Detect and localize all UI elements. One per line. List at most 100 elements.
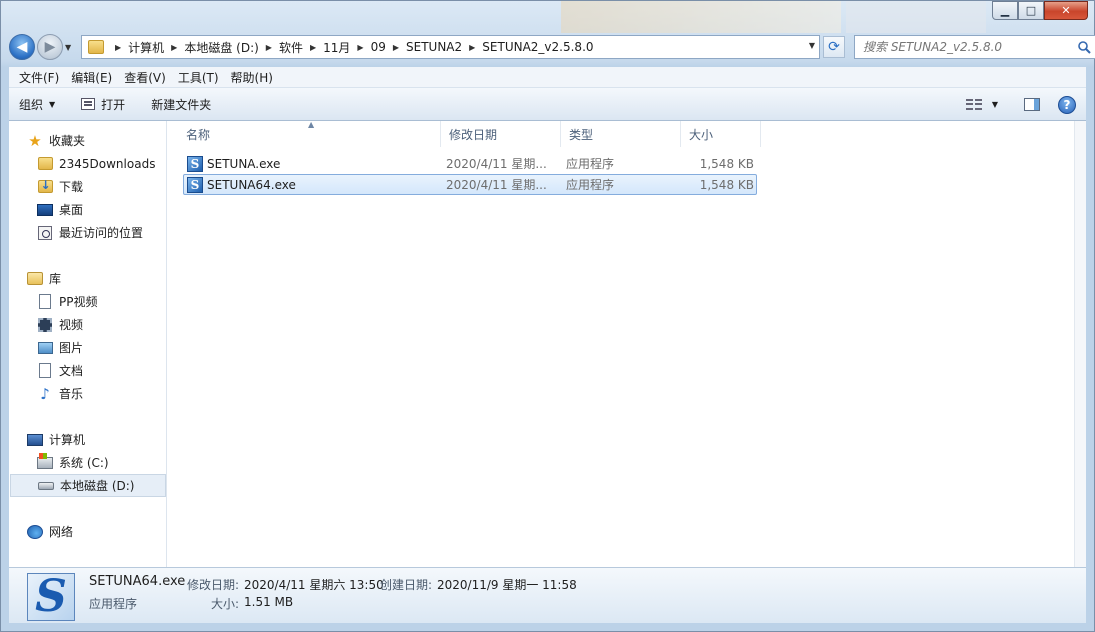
chevron-right-icon[interactable]: ▶ xyxy=(115,43,121,52)
chevron-right-icon[interactable]: ▶ xyxy=(171,43,177,52)
nav-item-pp-video[interactable]: PP视频 xyxy=(37,290,97,313)
column-header-date[interactable]: 修改日期 xyxy=(441,121,561,147)
details-modified-value: 2020/4/11 星期六 13:50 xyxy=(244,578,384,592)
breadcrumb-item[interactable]: SETUNA2_v2.5.8.0 xyxy=(482,40,593,54)
menu-bar: 文件(F) 编辑(E) 查看(V) 工具(T) 帮助(H) xyxy=(9,67,1086,88)
menu-tools[interactable]: 工具(T) xyxy=(172,69,225,86)
file-row[interactable]: S SETUNA.exe 2020/4/11 星期... 应用程序 1,548 K… xyxy=(183,153,757,174)
nav-item-music[interactable]: ♪ 音乐 xyxy=(37,382,83,405)
nav-item-drive-d[interactable]: 本地磁盘 (D:) xyxy=(10,474,166,497)
computer-icon xyxy=(27,433,43,446)
nav-libraries[interactable]: 库 xyxy=(27,267,61,290)
details-size-label: 大小: xyxy=(211,597,240,611)
background-blur xyxy=(1,1,1095,33)
breadcrumb-item[interactable]: 软件 xyxy=(279,39,303,56)
navigation-bar: ◀ ▶ ▼ ▶ 计算机 ▶ 本地磁盘 (D:) ▶ 软件 ▶ 11月 ▶ 09 … xyxy=(9,33,1095,61)
chevron-down-icon: ▼ xyxy=(991,100,998,109)
explorer-window: ▁ □ ✕ ◀ ▶ ▼ ▶ 计算机 ▶ 本地磁盘 (D:) ▶ 软件 ▶ 11月… xyxy=(0,0,1095,632)
caption-buttons: ▁ □ ✕ xyxy=(992,1,1088,20)
video-icon xyxy=(38,317,52,332)
forward-button[interactable]: ▶ xyxy=(37,34,63,60)
column-headers: 名称 ▲ 修改日期 类型 大小 xyxy=(168,120,761,147)
open-icon xyxy=(81,98,96,110)
breadcrumb-item[interactable]: 11月 xyxy=(323,39,350,56)
nav-item-documents[interactable]: 文档 xyxy=(37,359,83,382)
details-pane: S SETUNA64.exe 应用程序 修改日期: 2020/4/11 星期六 … xyxy=(9,567,1086,623)
document-icon xyxy=(39,363,51,378)
details-size-value: 1.51 MB xyxy=(244,595,294,609)
preview-pane-button[interactable] xyxy=(1024,98,1040,111)
new-folder-button[interactable]: 新建文件夹 xyxy=(151,96,211,113)
nav-label: 网络 xyxy=(49,525,74,539)
chevron-right-icon[interactable]: ▶ xyxy=(310,43,316,52)
nav-favorites[interactable]: ★ 收藏夹 xyxy=(27,129,85,152)
chevron-right-icon[interactable]: ▶ xyxy=(266,43,272,52)
column-header-type[interactable]: 类型 xyxy=(561,121,681,147)
nav-item-pictures[interactable]: 图片 xyxy=(37,336,83,359)
maximize-button[interactable]: □ xyxy=(1018,1,1044,20)
chevron-right-icon[interactable]: ▶ xyxy=(357,43,363,52)
system-drive-icon xyxy=(37,452,53,469)
breadcrumb-item[interactable]: SETUNA2 xyxy=(406,40,462,54)
breadcrumb-item[interactable]: 计算机 xyxy=(128,39,164,56)
nav-label: 计算机 xyxy=(49,433,86,447)
file-list: 名称 ▲ 修改日期 类型 大小 S SETUNA.exe 2020/4/11 星期… xyxy=(168,120,1074,567)
nav-item-2345downloads[interactable]: 2345Downloads xyxy=(37,152,155,175)
column-header-name[interactable]: 名称 ▲ xyxy=(168,120,441,147)
chevron-right-icon[interactable]: ▶ xyxy=(469,43,475,52)
recent-pages-dropdown[interactable]: ▼ xyxy=(65,43,77,52)
minimize-button[interactable]: ▁ xyxy=(992,1,1018,20)
menu-edit[interactable]: 编辑(E) xyxy=(65,69,118,86)
chevron-down-icon: ▼ xyxy=(49,99,56,109)
file-row-selected[interactable]: S SETUNA64.exe 2020/4/11 星期... 应用程序 1,548… xyxy=(183,174,757,195)
column-header-size[interactable]: 大小 xyxy=(681,121,761,147)
open-button[interactable]: 打开 xyxy=(81,96,125,113)
folder-icon xyxy=(88,40,104,54)
menu-file[interactable]: 文件(F) xyxy=(13,69,65,86)
recent-places-icon xyxy=(38,225,52,240)
back-button[interactable]: ◀ xyxy=(9,34,35,60)
nav-item-desktop[interactable]: 桌面 xyxy=(37,198,83,221)
setuna-app-icon: S xyxy=(187,176,203,193)
nav-item-downloads[interactable]: 下载 xyxy=(37,175,83,198)
menu-help[interactable]: 帮助(H) xyxy=(225,69,279,86)
search-input[interactable] xyxy=(855,40,1073,54)
search-box[interactable] xyxy=(854,35,1095,59)
breadcrumb-item[interactable]: 09 xyxy=(371,40,386,54)
library-icon xyxy=(27,272,43,285)
breadcrumb: ▶ 计算机 ▶ 本地磁盘 (D:) ▶ 软件 ▶ 11月 ▶ 09 ▶ SETU… xyxy=(108,39,594,56)
downloads-folder-icon xyxy=(37,178,53,193)
help-icon: ? xyxy=(1058,95,1076,114)
organize-button[interactable]: 组织 ▼ xyxy=(19,96,55,113)
navigation-pane: ★ 收藏夹 2345Downloads 下载 桌面 最近访问的位置 xyxy=(9,121,167,567)
refresh-button[interactable]: ⟳ xyxy=(823,36,845,58)
nav-label: 桌面 xyxy=(59,203,84,217)
file-type: 应用程序 xyxy=(566,157,615,171)
new-folder-label: 新建文件夹 xyxy=(151,97,212,112)
address-history-dropdown[interactable]: ▼ xyxy=(809,41,815,50)
help-button[interactable]: ? xyxy=(1058,95,1076,114)
nav-label: 2345Downloads xyxy=(59,156,156,171)
command-bar: 组织 ▼ 打开 新建文件夹 ▼ ? xyxy=(9,88,1086,121)
file-size: 1,548 KB xyxy=(699,177,754,192)
nav-item-recent-places[interactable]: 最近访问的位置 xyxy=(37,221,143,244)
nav-item-drive-c[interactable]: 系统 (C:) xyxy=(37,451,109,474)
nav-label: 图片 xyxy=(59,341,84,355)
drive-icon xyxy=(38,481,54,490)
breadcrumb-item[interactable]: 本地磁盘 (D:) xyxy=(184,39,258,56)
menu-view[interactable]: 查看(V) xyxy=(118,69,172,86)
nav-label: 文档 xyxy=(59,364,84,378)
file-type: 应用程序 xyxy=(566,178,615,192)
address-bar[interactable]: ▶ 计算机 ▶ 本地磁盘 (D:) ▶ 软件 ▶ 11月 ▶ 09 ▶ SETU… xyxy=(81,35,820,59)
nav-item-videos[interactable]: 视频 xyxy=(37,313,83,336)
close-button[interactable]: ✕ xyxy=(1044,1,1088,20)
network-icon xyxy=(27,524,43,539)
search-icon[interactable] xyxy=(1073,40,1095,54)
change-view-button[interactable]: ▼ xyxy=(965,98,998,111)
nav-network[interactable]: 网络 xyxy=(27,520,73,543)
vertical-scrollbar[interactable] xyxy=(1074,121,1086,567)
nav-label: 下载 xyxy=(59,180,84,194)
chevron-right-icon[interactable]: ▶ xyxy=(393,43,399,52)
file-name: SETUNA.exe xyxy=(207,156,281,171)
nav-computer[interactable]: 计算机 xyxy=(27,428,85,451)
